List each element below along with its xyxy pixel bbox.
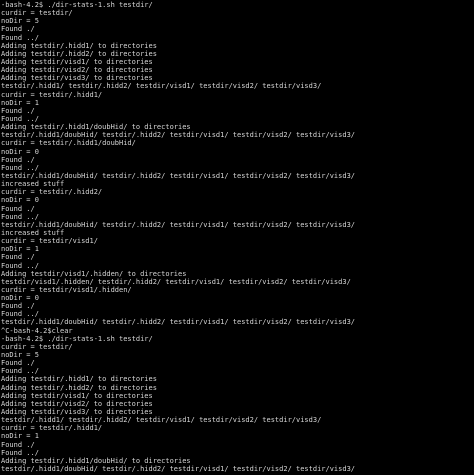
terminal-line: curdir = testdir/.hidd1/ [1,424,103,433]
terminal-line: Adding testdir/visd1/ to directories [1,57,153,66]
terminal-line: curdir = testdir/ [1,342,73,351]
terminal-line: testdir/.hidd1/ testdir/.hidd2/ testdir/… [1,416,322,425]
terminal-line: Adding testdir/visd3/ to directories [1,74,153,83]
terminal-line: -bash-4.2$ ./dir-stats-1.sh testdir/ [1,334,153,343]
terminal-line: curdir = testdir/visd1/.hidden/ [1,285,132,294]
terminal-line: Found ../ [1,310,39,319]
terminal-line: -bash-4.2$ ./dir-stats-1.sh testdir/ [1,1,153,9]
terminal-line: testdir/.hidd1/doubHid/ testdir/.hidd2/ … [1,220,356,229]
terminal-line: testdir/.hidd1/doubHid/ testdir/.hidd2/ … [1,318,356,327]
terminal-line: noDir = 1 [1,432,39,441]
terminal-line: Adding testdir/.hidd1/doubHid/ to direct… [1,123,191,132]
terminal-line: noDir = 5 [1,351,39,360]
terminal-line: Adding testdir/.hidd1/ to directories [1,375,157,384]
terminal-line: Found ./ [1,106,35,115]
terminal-line: Found ./ [1,25,35,34]
terminal-line: increased stuff [1,180,65,189]
terminal-line: Adding testdir/visd2/ to directories [1,399,153,408]
terminal-line: curdir = testdir/.hidd1/doubHid/ [1,139,136,148]
terminal-line: Found ./ [1,440,35,449]
terminal-line: ^C-bash-4.2$clear [1,326,73,335]
terminal-line: Found ./ [1,204,35,213]
terminal-line: testdir/visd1/.hidden/ testdir/.hidd2/ t… [1,277,351,286]
terminal-line: Found ../ [1,114,39,123]
terminal-line: noDir = 1 [1,98,39,107]
terminal-line: Adding testdir/.hidd2/ to directories [1,383,157,392]
terminal-line: Adding testdir/visd1/.hidden/ to directo… [1,269,187,278]
terminal-line: curdir = testdir/.hidd2/ [1,188,103,197]
terminal-line: testdir/.hidd1/doubHid/ testdir/.hidd2/ … [1,465,356,474]
terminal-line: testdir/.hidd1/doubHid/ testdir/.hidd2/ … [1,131,356,140]
terminal-line: Found ./ [1,155,35,164]
terminal-line: curdir = testdir/ [1,9,73,18]
terminal-line: Found ./ [1,302,35,311]
terminal-line: Found ../ [1,261,39,270]
terminal-output[interactable]: -bash-4.2$ ./dir-stats-1.sh testdir/curd… [1,1,474,473]
terminal-line: curdir = testdir/.hidd1/ [1,90,103,99]
terminal-line: Adding testdir/visd2/ to directories [1,66,153,75]
terminal-line: noDir = 0 [1,196,39,205]
terminal-line: Found ./ [1,359,35,368]
terminal-line: noDir = 0 [1,147,39,156]
terminal-line: Found ../ [1,448,39,457]
terminal-line: Found ../ [1,163,39,172]
terminal-line: Adding testdir/visd3/ to directories [1,408,153,417]
terminal-line: testdir/.hidd1/doubHid/ testdir/.hidd2/ … [1,171,356,180]
terminal-window[interactable]: -bash-4.2$ ./dir-stats-1.sh testdir/curd… [0,0,474,475]
terminal-line: Adding testdir/.hidd1/doubHid/ to direct… [1,456,191,465]
terminal-line: testdir/.hidd1/ testdir/.hidd2/ testdir/… [1,82,322,91]
terminal-line: Adding testdir/.hidd1/ to directories [1,41,157,50]
terminal-line: Adding testdir/.hidd2/ to directories [1,49,157,58]
terminal-line: Found ../ [1,212,39,221]
terminal-line: noDir = 5 [1,17,39,26]
terminal-line: Found ../ [1,367,39,376]
terminal-line: noDir = 0 [1,294,39,303]
terminal-line: Found ./ [1,253,35,262]
terminal-line: Adding testdir/visd1/ to directories [1,391,153,400]
terminal-line: Found ../ [1,33,39,42]
terminal-line: increased stuff [1,228,65,237]
terminal-line: curdir = testdir/visd1/ [1,237,98,246]
terminal-line: noDir = 1 [1,245,39,254]
